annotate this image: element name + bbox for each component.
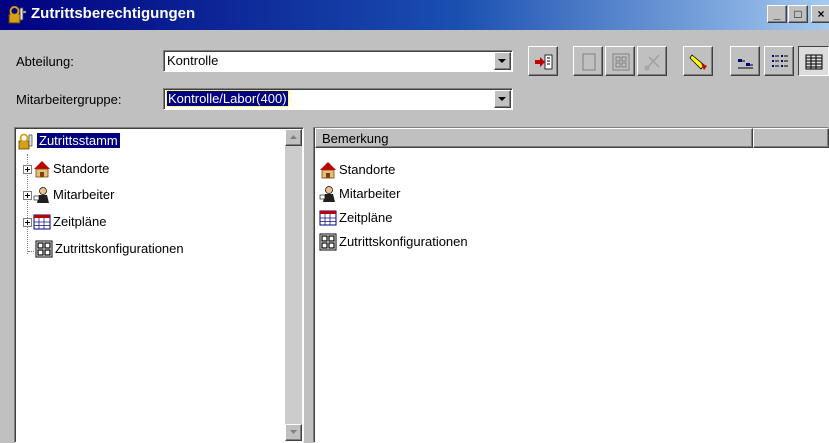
close-button[interactable]: × [811,5,829,23]
window-title: Zutrittsberechtigungen [31,5,196,22]
tree-item-label: Standorte [53,161,110,176]
small-icons-view-icon [738,59,753,69]
tree-item-label: Zutrittsstamm [37,133,120,148]
config-grid-icon [35,240,53,258]
tree-item-zutrittskonfigurationen[interactable]: Zutrittskonfigurationen [35,239,265,259]
person-icon [33,187,49,203]
person-icon [319,186,335,202]
grid-properties-icon [612,53,630,71]
list-item-mitarbeiter[interactable]: Mitarbeiter [319,184,579,204]
config-grid-icon [319,233,337,251]
abteilung-value: Kontrolle [167,53,219,68]
cut-button[interactable] [637,46,667,76]
scroll-down-button[interactable] [285,424,302,441]
title-bar[interactable]: Zutrittsberechtigungen _ □ × [0,0,829,30]
maximize-icon: □ [794,7,802,21]
tree-item-zutrittsstamm[interactable]: Zutrittsstamm [18,132,218,152]
chevron-down-icon [290,430,297,434]
abteilung-label: Abteilung: [16,54,74,69]
mitarbeitergruppe-dropdown-button[interactable] [494,90,511,108]
close-icon: × [817,7,825,21]
highlight-button[interactable] [683,46,713,76]
keys-icon [18,133,33,150]
list-item-label: Zeitpläne [339,210,393,225]
expand-zeitplaene-toggle[interactable] [23,218,32,227]
calendar-icon [319,210,337,226]
tree-scrollbar[interactable] [285,129,302,441]
expand-mitarbeiter-toggle[interactable] [23,191,32,200]
tree-item-mitarbeiter[interactable]: Mitarbeiter [33,185,233,205]
house-icon [320,162,336,179]
tree-item-label: Zutrittskonfigurationen [55,241,184,256]
column-header-label: Bemerkung [322,131,389,146]
new-page-button[interactable] [573,46,603,76]
list-pane[interactable]: Bemerkung Standorte Mitarbeiter Zeitplän… [313,127,829,443]
list-item-label: Standorte [339,162,396,177]
mitarbeitergruppe-combobox[interactable]: Kontrolle/Labor(400) [163,88,513,110]
cut-icon [644,54,660,71]
tree-pane[interactable]: Zutrittsstamm Standorte Mitarbeiter Zeit… [14,127,304,443]
list-view-button[interactable] [764,46,794,76]
column-header-bemerkung[interactable]: Bemerkung [315,128,753,148]
keys-icon [8,6,27,24]
maximize-button[interactable]: □ [788,5,808,23]
enter-arrow-icon [535,54,553,70]
list-item-zutrittskonfigurationen[interactable]: Zutrittskonfigurationen [319,232,579,252]
details-view-button[interactable] [798,46,829,76]
chevron-down-icon [498,59,506,63]
chevron-up-icon [290,135,297,139]
highlighter-icon [689,54,707,70]
list-item-standorte[interactable]: Standorte [319,160,579,180]
column-header-empty[interactable] [753,128,829,148]
gruppe-label: Mitarbeitergruppe: [16,92,122,107]
expand-standorte-toggle[interactable] [23,165,32,174]
tree-item-zeitplaene[interactable]: Zeitpläne [33,212,233,232]
scroll-up-button[interactable] [285,129,302,146]
tree-item-standorte[interactable]: Standorte [33,159,233,179]
small-icons-view-button[interactable] [730,46,760,76]
house-icon [34,161,50,178]
mitarbeitergruppe-value: Kontrolle/Labor(400) [166,90,289,107]
abteilung-dropdown-button[interactable] [494,52,511,70]
chevron-down-icon [498,97,506,101]
minimize-icon: _ [773,7,781,21]
blank-page-icon [582,53,596,71]
minimize-button[interactable]: _ [767,5,787,23]
list-item-zeitplaene[interactable]: Zeitpläne [319,208,579,228]
enter-button[interactable] [528,46,558,76]
tree-item-label: Zeitpläne [53,214,107,229]
list-view-icon [772,55,788,67]
calendar-icon [33,214,51,230]
tree-item-label: Mitarbeiter [53,187,115,202]
tree-connector [28,251,34,252]
list-item-label: Zutrittskonfigurationen [339,234,468,249]
abteilung-combobox[interactable]: Kontrolle [163,50,513,72]
grid-properties-button[interactable] [605,46,635,76]
details-view-icon [805,54,823,70]
list-item-label: Mitarbeiter [339,186,401,201]
